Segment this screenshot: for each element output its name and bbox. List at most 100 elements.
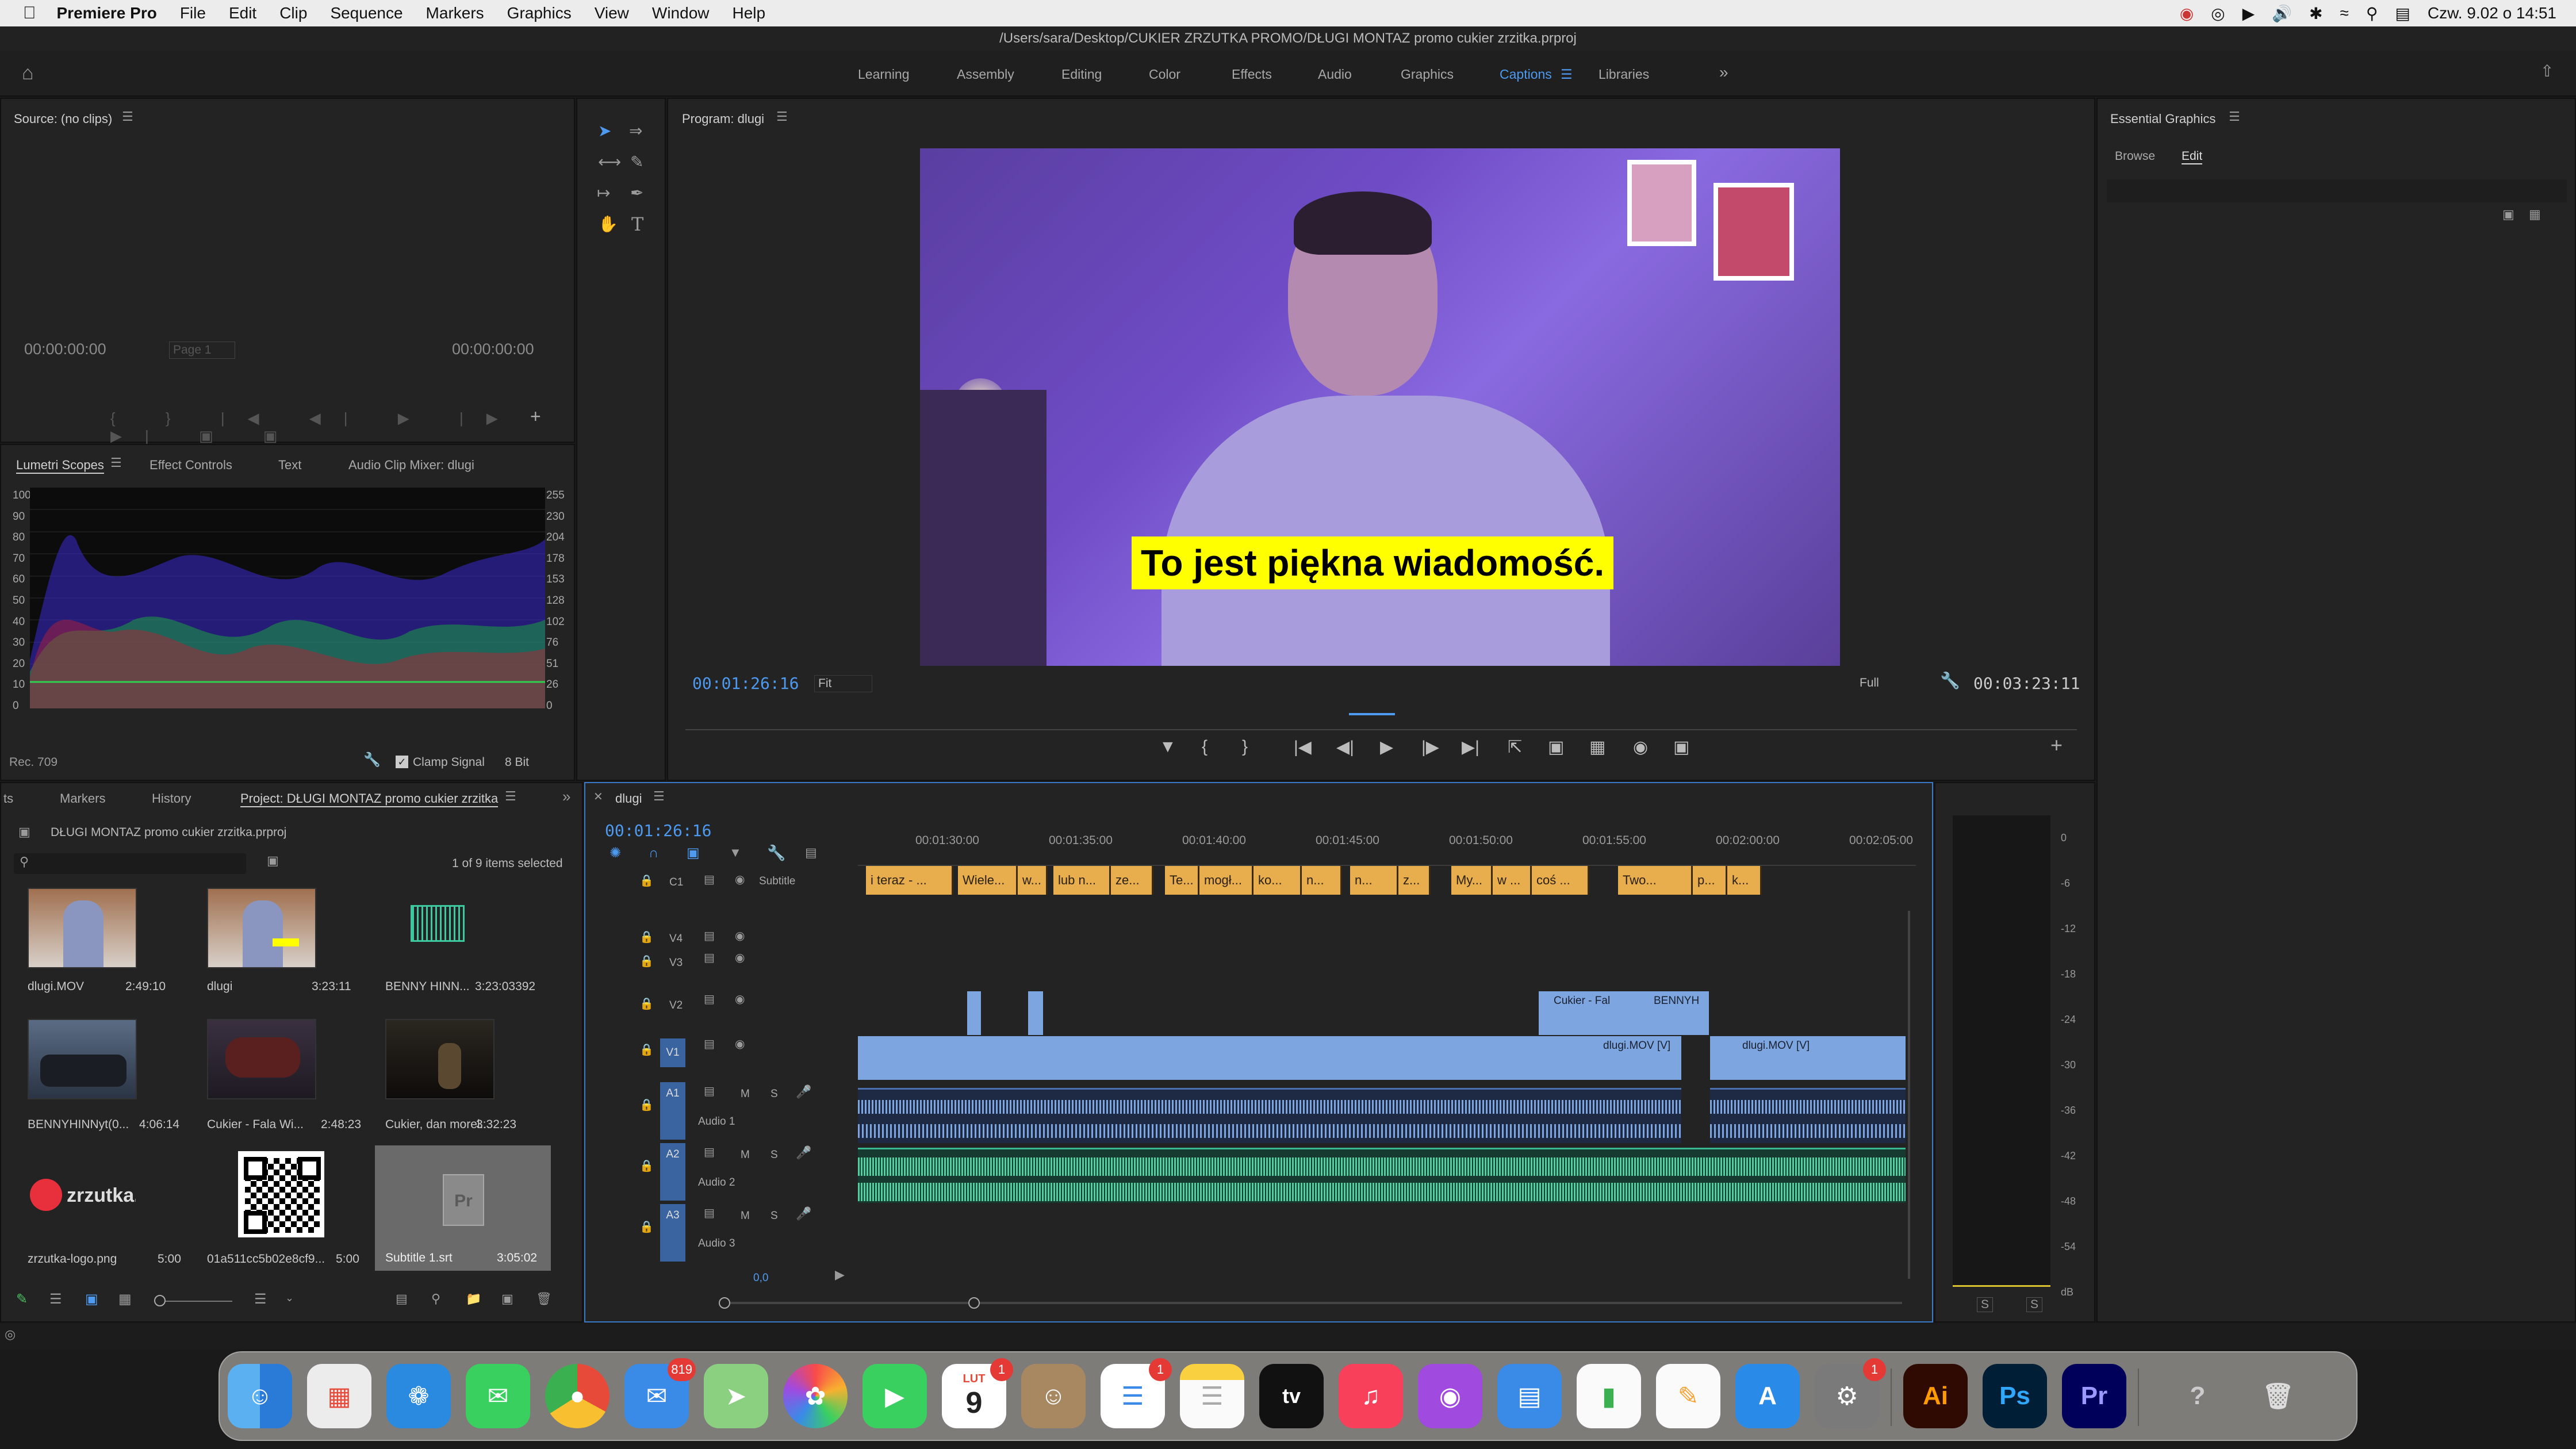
tab-markers[interactable]: Markers	[60, 791, 105, 806]
sync-lock-icon[interactable]: ▤	[704, 1086, 715, 1097]
messages-icon[interactable]: ✉	[466, 1364, 530, 1428]
eye-icon[interactable]: ◉	[735, 1038, 745, 1050]
microphone-icon[interactable]: 🎤	[796, 1208, 811, 1220]
tab-libraries[interactable]: Libraries	[1598, 67, 1649, 82]
play-button[interactable]: ▶	[1380, 737, 1393, 757]
timeline-horizontal-scrollbar[interactable]	[723, 1302, 1902, 1304]
project-search-input[interactable]	[14, 853, 246, 874]
caption-clip[interactable]: Two...	[1618, 866, 1693, 895]
system-settings-icon[interactable]: ⚙ 1	[1815, 1358, 1886, 1428]
caption-clip[interactable]: i teraz - ...	[866, 866, 953, 895]
search-icon[interactable]: ⚲	[2366, 4, 2378, 23]
media-icon[interactable]: ▶	[2242, 4, 2255, 23]
launchpad-icon[interactable]: ▦	[307, 1364, 371, 1428]
go-to-out-button[interactable]: ▶|	[1462, 737, 1479, 757]
new-bin-from-search-icon[interactable]: ▣	[267, 854, 279, 867]
thumb-benny-audio[interactable]	[381, 888, 490, 968]
timeline-settings-icon[interactable]: 🔧	[767, 845, 785, 860]
wifi-icon[interactable]: ≈	[2340, 4, 2348, 22]
caption-clip[interactable]: n...	[1350, 866, 1398, 895]
comparison-view-icon[interactable]: ▣	[1673, 737, 1689, 757]
slider-handle[interactable]	[154, 1295, 166, 1306]
caption-clip[interactable]: w...	[1018, 866, 1048, 895]
folder-icon[interactable]: ▣	[2502, 208, 2514, 221]
panel-overflow-icon[interactable]: »	[562, 789, 570, 804]
lock-icon[interactable]: 🔒	[639, 998, 654, 1010]
tab-editing[interactable]: Editing	[1061, 67, 1102, 82]
caption-clip[interactable]: ko...	[1254, 866, 1302, 895]
track-select-tool-icon[interactable]: ⇒	[629, 123, 642, 139]
caption-clip[interactable]: lub n...	[1053, 866, 1111, 895]
nest-icon[interactable]: ✺	[610, 846, 621, 860]
menu-window[interactable]: Window	[652, 4, 710, 22]
caption-clip[interactable]: w ...	[1493, 866, 1532, 895]
caption-clip[interactable]: Te...	[1165, 866, 1199, 895]
volume-icon[interactable]: 🔊	[2272, 4, 2292, 23]
caption-clip[interactable]: p...	[1693, 866, 1727, 895]
v1-clip-a[interactable]: dlugi.MOV [V]	[858, 1036, 1681, 1080]
linked-selection-icon[interactable]: ▣	[687, 846, 700, 860]
facetime-icon[interactable]: ▶	[862, 1364, 927, 1428]
lock-icon[interactable]: 🔒	[639, 1044, 654, 1056]
writable-pencil-icon[interactable]: ✎	[16, 1293, 28, 1306]
time-ruler[interactable]: 00:01:30:00 00:01:35:00 00:01:40:00 00:0…	[858, 831, 1916, 866]
tab-effect-controls[interactable]: Effect Controls	[150, 458, 232, 473]
thumb-dlugi-sequence[interactable]	[207, 888, 316, 968]
tab-history[interactable]: History	[152, 791, 191, 806]
tab-browse[interactable]: Browse	[2115, 150, 2155, 163]
menu-clip[interactable]: Clip	[279, 4, 307, 22]
tab-color[interactable]: Color	[1149, 67, 1180, 82]
go-to-in-button[interactable]: |◀	[1294, 737, 1312, 757]
tab-lumetri-scopes[interactable]: Lumetri Scopes	[16, 458, 104, 474]
razor-tool-icon[interactable]: ✎	[630, 154, 643, 170]
program-menu-icon[interactable]: ☰	[776, 110, 788, 123]
timeline-timecode[interactable]: 00:01:26:16	[605, 821, 711, 840]
new-item-icon[interactable]: ▣	[501, 1293, 513, 1305]
keynote-icon[interactable]: ▤	[1497, 1364, 1562, 1428]
sort-dropdown-icon[interactable]: ⌄	[285, 1293, 294, 1303]
mute-button[interactable]: M	[741, 1210, 750, 1222]
contacts-icon[interactable]: ☺	[1021, 1364, 1086, 1428]
more-workspaces-icon[interactable]: »	[1719, 63, 1728, 82]
essential-graphics-menu-icon[interactable]: ☰	[2229, 110, 2240, 123]
caption-clip[interactable]: Wiele...	[958, 866, 1018, 895]
snap-icon[interactable]: ∩	[649, 846, 658, 860]
photoshop-icon[interactable]: Ps	[1983, 1364, 2047, 1428]
program-current-timecode[interactable]: 00:01:26:16	[692, 674, 799, 693]
menu-sequence[interactable]: Sequence	[330, 4, 402, 22]
timeline-title[interactable]: dlugi	[615, 791, 642, 806]
sort-icon[interactable]: ☰	[254, 1293, 267, 1306]
program-fit-select[interactable]: Fit	[814, 675, 873, 692]
captions-toggle-icon[interactable]: ▤	[805, 846, 817, 859]
sync-lock-icon[interactable]: ▤	[704, 1038, 715, 1050]
eye-icon[interactable]: ◉	[735, 994, 745, 1005]
airdrop-icon[interactable]: ◎	[2211, 4, 2225, 23]
source-page-select[interactable]: Page 1	[169, 342, 235, 359]
lock-icon[interactable]: 🔒	[639, 1099, 654, 1111]
a1-clip-a[interactable]	[858, 1088, 1681, 1143]
bluetooth-icon[interactable]: ✱	[2309, 4, 2322, 23]
menu-edit[interactable]: Edit	[229, 4, 256, 22]
scroll-handle-left[interactable]	[719, 1297, 730, 1309]
app-store-icon[interactable]: A	[1735, 1364, 1800, 1428]
step-back-button[interactable]: ◀|	[1336, 737, 1354, 757]
menu-file[interactable]: File	[180, 4, 206, 22]
thumbnail-size-slider[interactable]	[156, 1301, 232, 1302]
unknown-app-icon[interactable]: ?	[2165, 1364, 2230, 1428]
sync-lock-icon[interactable]: ▤	[704, 994, 715, 1005]
microphone-icon[interactable]: 🎤	[796, 1086, 811, 1098]
trash-icon[interactable]: 🗑	[536, 1293, 552, 1305]
maps-icon[interactable]: ➤	[704, 1364, 768, 1428]
caption-clip[interactable]: n...	[1302, 866, 1342, 895]
clock[interactable]: Czw. 9.02 o 14:51	[2428, 4, 2556, 22]
new-bin-icon[interactable]: 📁	[466, 1293, 481, 1305]
music-icon[interactable]: ♫	[1339, 1364, 1403, 1428]
slip-tool-icon[interactable]: ↦	[597, 185, 610, 201]
calendar-icon[interactable]: LUT 9 1	[942, 1358, 1013, 1428]
bit-depth-select[interactable]: 8 Bit	[505, 756, 529, 769]
premiere-icon[interactable]: Pr	[2062, 1364, 2126, 1428]
mail-icon[interactable]: ✉ 819	[624, 1358, 696, 1428]
program-quality-select[interactable]: Full	[1856, 675, 1919, 691]
timeline-menu-icon[interactable]: ☰	[653, 790, 665, 803]
sync-lock-icon[interactable]: ▤	[704, 1208, 715, 1219]
